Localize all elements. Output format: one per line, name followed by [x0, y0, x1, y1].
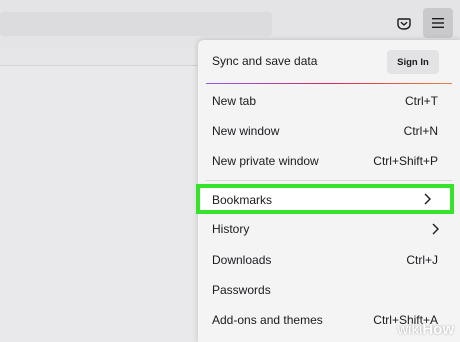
watermark-wiki: wiki — [397, 321, 423, 338]
menu-item-label: History — [212, 222, 250, 236]
menu-item-passwords[interactable]: Passwords — [198, 276, 460, 304]
toolbar-divider — [0, 65, 200, 66]
menu-item-label: New private window — [212, 154, 319, 168]
pocket-icon[interactable] — [392, 13, 416, 35]
menu-item-new-window[interactable]: New window Ctrl+N — [198, 117, 460, 145]
menu-item-label: Downloads — [212, 253, 272, 267]
chevron-right-icon — [432, 223, 439, 235]
menu-item-new-tab[interactable]: New tab Ctrl+T — [198, 87, 460, 115]
menu-item-history[interactable]: History — [198, 215, 460, 243]
menu-item-shortcut: Ctrl+J — [406, 253, 438, 267]
menu-item-new-private-window[interactable]: New private window Ctrl+Shift+P — [198, 147, 460, 175]
menu-item-shortcut: Ctrl+Shift+P — [373, 154, 438, 168]
menu-divider — [206, 180, 452, 181]
menu-item-label: New tab — [212, 94, 257, 108]
menu-item-downloads[interactable]: Downloads Ctrl+J — [198, 246, 460, 274]
watermark-how: How — [422, 321, 454, 338]
menu-item-shortcut: Ctrl+N — [403, 124, 438, 138]
chevron-right-icon — [424, 193, 431, 205]
sync-row: Sync and save data Sign In — [198, 48, 460, 74]
url-bar[interactable] — [0, 12, 272, 36]
sync-divider — [206, 83, 452, 84]
sync-label: Sync and save data — [212, 54, 318, 68]
menu-item-label: Add-ons and themes — [212, 313, 323, 327]
menu-item-bookmarks[interactable]: Bookmarks — [196, 184, 454, 214]
sign-in-button[interactable]: Sign In — [387, 50, 439, 74]
menu-item-label: Passwords — [212, 283, 271, 297]
menu-item-label: Bookmarks — [212, 193, 273, 207]
wikihow-watermark: wikiHow — [397, 321, 454, 338]
hamburger-menu-icon[interactable] — [423, 8, 453, 38]
menu-item-label: New window — [212, 124, 280, 138]
menu-item-shortcut: Ctrl+T — [405, 94, 438, 108]
